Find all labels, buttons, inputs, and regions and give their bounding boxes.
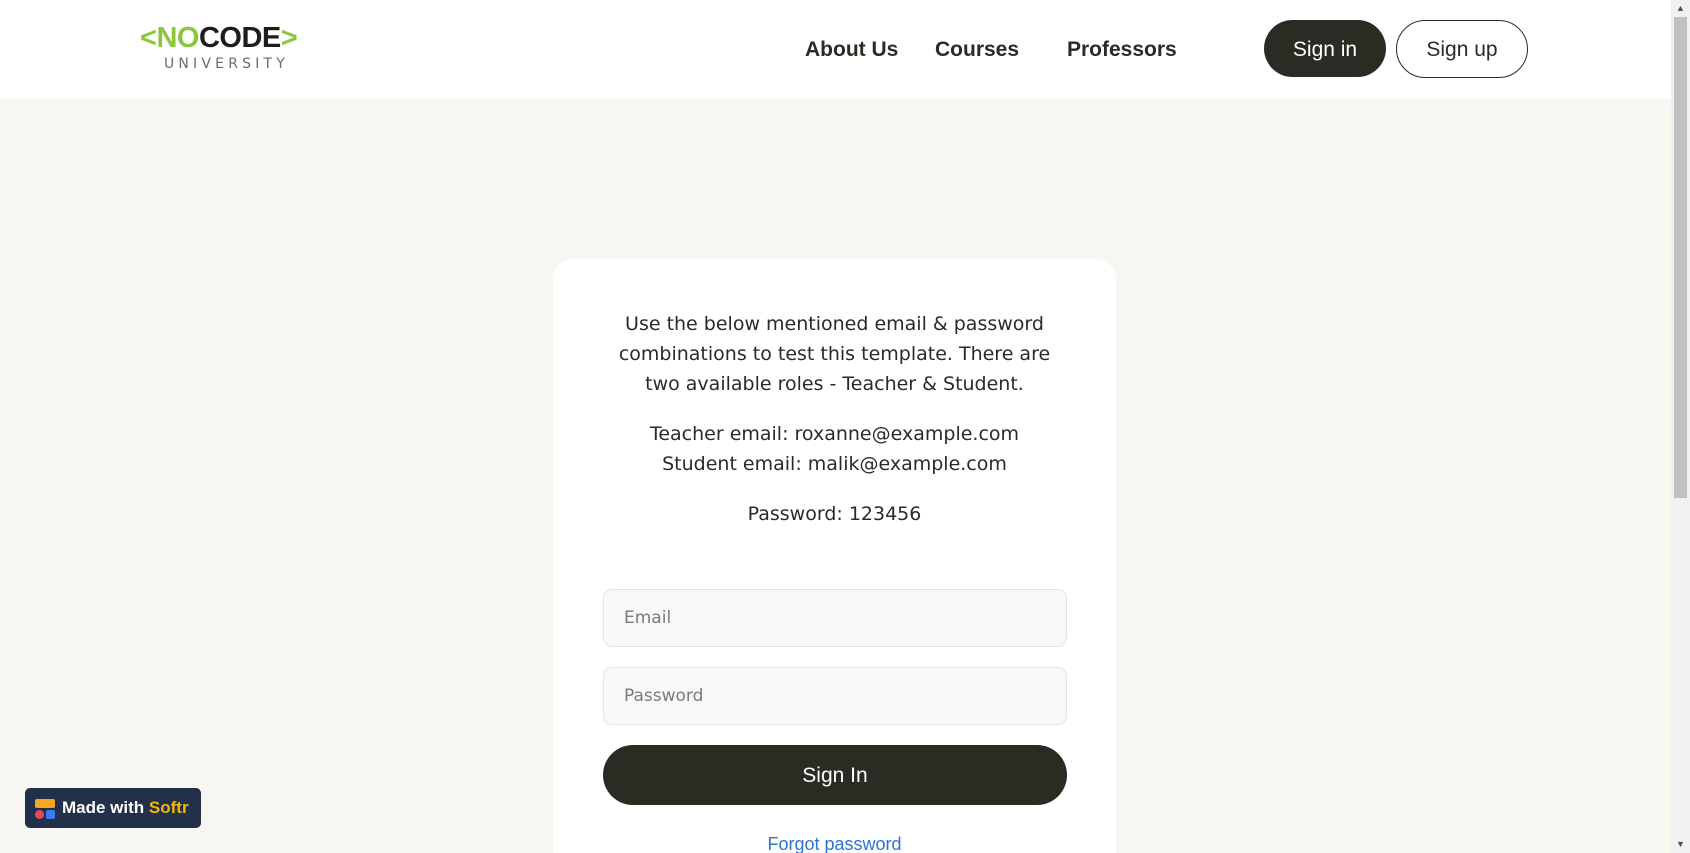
scroll-up-arrow-icon[interactable]: ▲ xyxy=(1671,0,1690,17)
password-hint-text: Password: 123456 xyxy=(747,503,922,525)
email-input[interactable] xyxy=(603,589,1067,647)
logo-word-code: CODE xyxy=(198,22,281,54)
logo-wordmark: <NOCODE> xyxy=(140,22,305,54)
logo-bracket-close: > xyxy=(280,22,298,54)
nav-about-us[interactable]: About Us xyxy=(805,32,898,68)
logo-link[interactable]: <NOCODE> UNIVERSITY xyxy=(140,22,305,74)
sign-in-submit-button[interactable]: Sign In xyxy=(603,745,1067,805)
site-header: <NOCODE> UNIVERSITY About Us Courses Pro… xyxy=(0,0,1671,99)
nav-professors[interactable]: Professors xyxy=(1067,32,1177,68)
nav-courses[interactable]: Courses xyxy=(935,32,1019,68)
badge-prefix: Made with xyxy=(62,798,149,817)
login-intro-text: Use the below mentioned email & password… xyxy=(618,313,1051,395)
student-email-text: Student email: malik@example.com xyxy=(662,453,1007,475)
page: <NOCODE> UNIVERSITY About Us Courses Pro… xyxy=(0,0,1690,853)
scroll-thumb[interactable] xyxy=(1674,17,1687,498)
header-sign-up-button[interactable]: Sign up xyxy=(1396,20,1528,78)
password-input[interactable] xyxy=(603,667,1067,725)
forgot-password-link[interactable]: Forgot password xyxy=(553,834,1116,853)
scroll-down-arrow-icon[interactable]: ▼ xyxy=(1671,836,1690,853)
demo-credentials: Teacher email: roxanne@example.com Stude… xyxy=(553,419,1116,479)
logo-subtitle: UNIVERSITY xyxy=(163,56,290,72)
badge-brand: Softr xyxy=(148,798,189,817)
teacher-email-text: Teacher email: roxanne@example.com xyxy=(649,423,1020,445)
softr-logo-icon xyxy=(35,799,55,819)
made-with-softr-badge[interactable]: Made with Softr xyxy=(25,788,201,828)
badge-label: Made with Softr xyxy=(62,788,189,828)
logo-bracket-open: < xyxy=(140,22,157,54)
vertical-scrollbar[interactable]: ▲ ▼ xyxy=(1671,0,1690,853)
login-card: Use the below mentioned email & password… xyxy=(553,259,1116,853)
logo-word-no: NO xyxy=(156,22,199,54)
header-sign-in-button[interactable]: Sign in xyxy=(1264,20,1386,77)
